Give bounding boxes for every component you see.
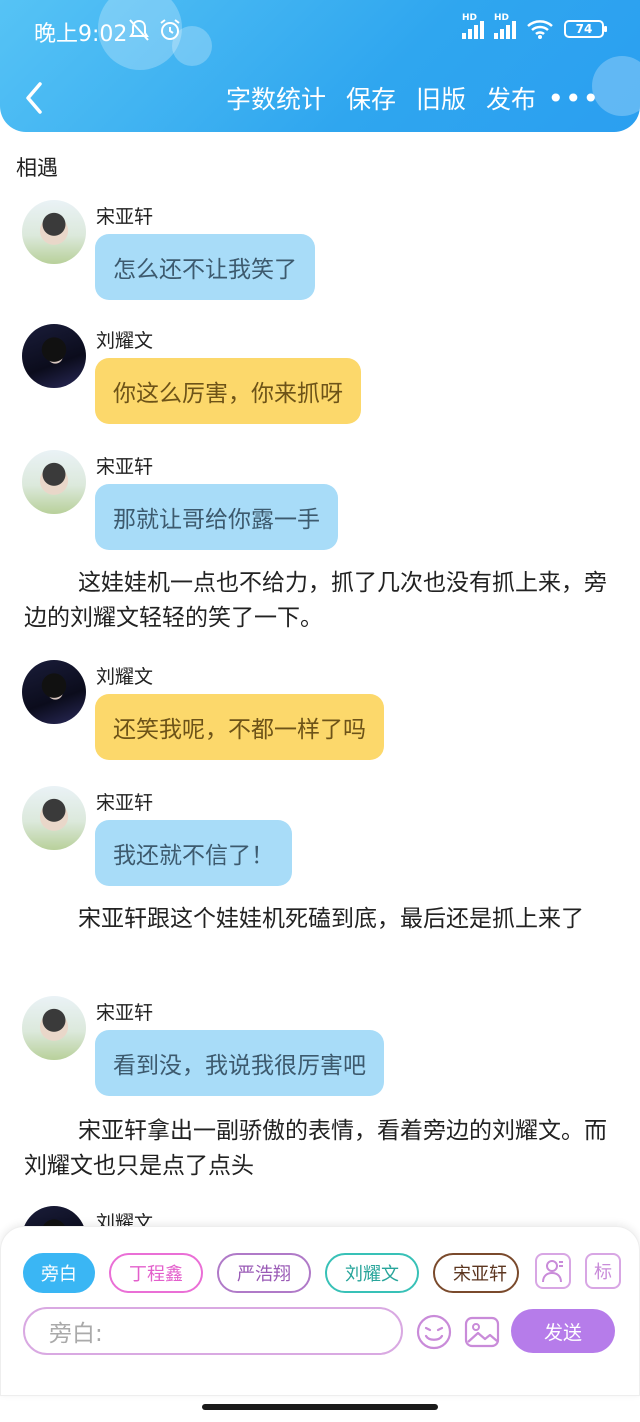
role-chip-narration[interactable]: 旁白 — [23, 1253, 95, 1293]
more-menu-button[interactable]: ••• — [547, 82, 600, 115]
message-bubble[interactable]: 我还就不信了！ — [95, 820, 292, 886]
narration-paragraph[interactable]: 宋亚轩跟这个娃娃机死磕到底，最后还是抓上来了 — [24, 902, 614, 937]
composer-panel: 旁白 丁程鑫 严浩翔 刘耀文 宋亚轩 标 旁白: 发送 — [0, 1226, 640, 1396]
message-input[interactable]: 旁白: — [23, 1307, 403, 1355]
role-chip-yanhaoxiang[interactable]: 严浩翔 — [217, 1253, 311, 1293]
speaker-name: 刘耀文 — [96, 1212, 154, 1227]
avatar-songyaxuan — [22, 450, 86, 514]
narration-paragraph[interactable]: 这娃娃机一点也不给力，抓了几次也没有抓上来，旁边的刘耀文轻轻的笑了一下。 — [24, 566, 614, 636]
speaker-name: 刘耀文 — [96, 666, 154, 688]
alarm-icon — [160, 19, 180, 40]
avatar-liuyaowen — [22, 1206, 86, 1227]
role-chip-dingchengxin[interactable]: 丁程鑫 — [109, 1253, 203, 1293]
role-selector: 旁白 丁程鑫 严浩翔 刘耀文 宋亚轩 — [23, 1253, 519, 1293]
composer-input-row: 旁白: 发送 — [23, 1307, 623, 1357]
message-bubble[interactable]: 还笑我呢，不都一样了吗 — [95, 694, 384, 760]
avatar-songyaxuan — [22, 996, 86, 1060]
save-button[interactable]: 保存 — [346, 80, 396, 116]
speaker-name: 宋亚轩 — [96, 1002, 154, 1024]
publish-button[interactable]: 发布 — [486, 80, 536, 116]
status-time: 晚上9:02 — [34, 22, 128, 47]
message-bubble[interactable]: 看到没，我说我很厉害吧 — [95, 1030, 384, 1096]
mute-bell-icon — [129, 19, 149, 41]
send-button[interactable]: 发送 — [511, 1309, 615, 1353]
role-chip-liuyaowen[interactable]: 刘耀文 — [325, 1253, 419, 1293]
wifi-icon — [527, 20, 553, 39]
role-chip-songyaxuan[interactable]: 宋亚轩 — [433, 1253, 519, 1293]
word-count-button[interactable]: 字数统计 — [226, 80, 326, 116]
message-bubble[interactable]: 怎么还不让我笑了 — [95, 234, 315, 300]
message-bubble[interactable]: 你这么厉害，你来抓呀 — [95, 358, 361, 424]
battery-level: 74 — [575, 22, 593, 36]
old-version-button[interactable]: 旧版 — [416, 80, 466, 116]
app-header: 晚上9:02 HD HD 74 字数统计 保存 旧版 发布 ••• — [0, 0, 640, 132]
tag-label: 标 — [594, 1262, 612, 1283]
avatar-songyaxuan — [22, 786, 86, 850]
narration-paragraph[interactable]: 宋亚轩拿出一副骄傲的表情，看着旁边的刘耀文。而刘耀文也只是点了点头 — [24, 1114, 614, 1184]
emoji-icon[interactable] — [415, 1313, 453, 1351]
avatar-songyaxuan — [22, 200, 86, 264]
speaker-name: 刘耀文 — [96, 330, 154, 352]
speaker-name: 宋亚轩 — [96, 792, 154, 814]
character-manage-icon[interactable] — [535, 1253, 571, 1289]
chapter-title[interactable]: 相遇 — [16, 152, 58, 182]
speaker-name: 宋亚轩 — [96, 206, 154, 228]
battery-icon: 74 — [564, 20, 607, 38]
avatar-liuyaowen — [22, 660, 86, 724]
tag-button[interactable]: 标 — [585, 1253, 621, 1289]
message-bubble[interactable]: 那就让哥给你露一手 — [95, 484, 338, 550]
speaker-name: 宋亚轩 — [96, 456, 154, 478]
nav-actions: 字数统计 保存 旧版 发布 — [226, 80, 536, 116]
story-editor: 相遇 宋亚轩 怎么还不让我笑了 刘耀文 你这么厉害，你来抓呀 宋亚轩 那就让哥给… — [0, 132, 640, 1227]
home-indicator[interactable] — [202, 1404, 438, 1410]
status-bar: 晚上9:02 HD HD 74 — [0, 0, 640, 62]
nav-bar: 字数统计 保存 旧版 发布 ••• — [0, 70, 640, 126]
signal-hd-icon: HD — [494, 13, 516, 39]
person-icon — [542, 1260, 563, 1283]
avatar-liuyaowen — [22, 324, 86, 388]
back-chevron-icon[interactable] — [20, 78, 50, 118]
image-icon[interactable] — [463, 1313, 501, 1351]
status-icons: HD HD 74 — [462, 13, 607, 40]
signal-hd-icon: HD — [462, 13, 484, 39]
